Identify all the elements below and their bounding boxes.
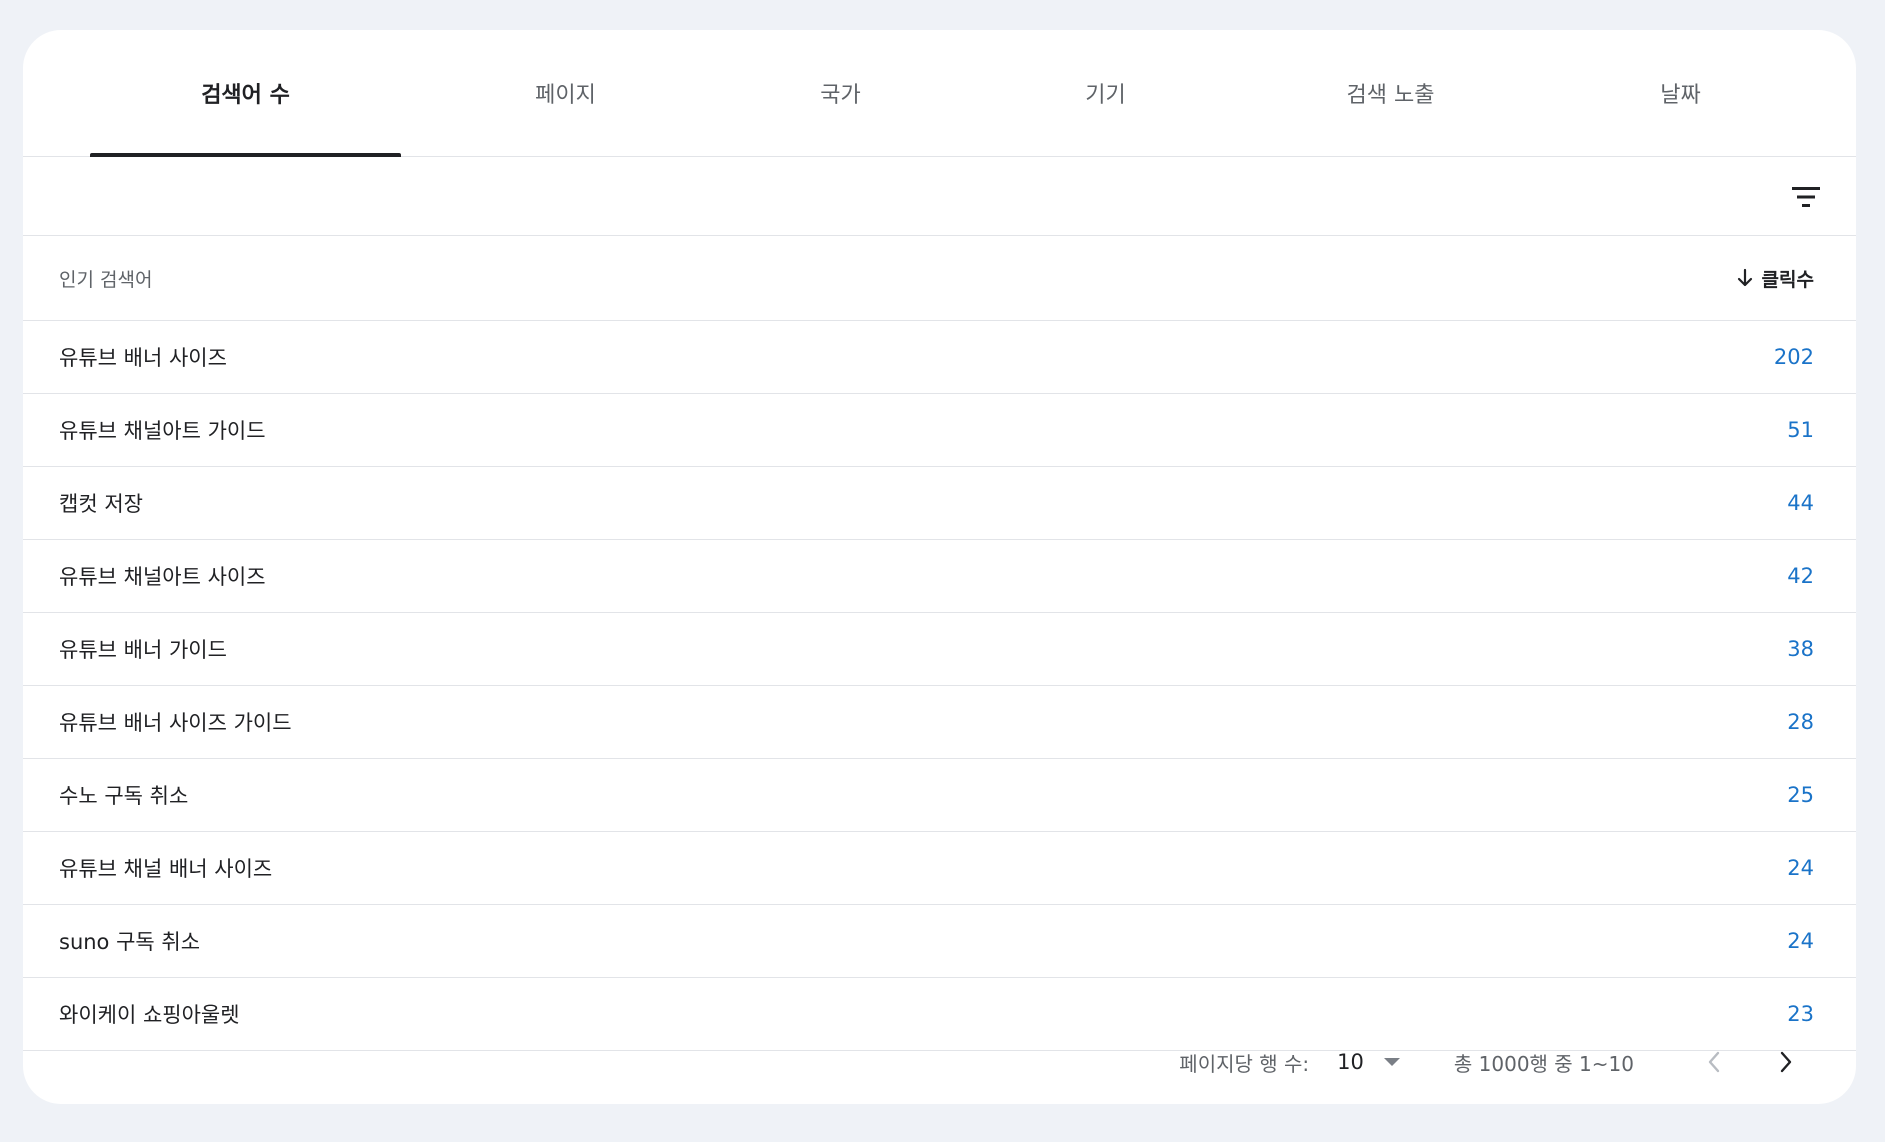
clicks-cell: 42 xyxy=(1787,564,1814,588)
clicks-cell: 202 xyxy=(1773,345,1814,369)
tab-bar: 검색어 수 페이지 국가 기기 검색 노출 날짜 xyxy=(23,30,1856,157)
chevron-left-icon xyxy=(1708,1051,1720,1073)
previous-page-button[interactable] xyxy=(1694,1042,1734,1082)
table-row[interactable]: 유튜브 배너 사이즈 가이드 28 xyxy=(23,686,1856,759)
table-header: 인기 검색어 클릭수 xyxy=(23,236,1856,321)
table-body: 유튜브 배너 사이즈 202 유튜브 채널아트 가이드 51 캡컷 저장 44 유튜브… xyxy=(23,321,1856,1051)
tab-pages[interactable]: 페이지 xyxy=(428,30,703,156)
column-header-top-queries: 인기 검색어 xyxy=(59,268,153,291)
tab-devices[interactable]: 기기 xyxy=(968,30,1243,156)
filter-button[interactable] xyxy=(1786,177,1826,217)
query-cell: 유튜브 채널 배너 사이즈 xyxy=(59,857,273,881)
query-cell: 유튜브 배너 가이드 xyxy=(59,638,227,662)
query-cell: 유튜브 채널아트 가이드 xyxy=(59,419,266,443)
query-cell: suno 구독 취소 xyxy=(59,930,201,954)
clicks-cell: 24 xyxy=(1787,929,1814,953)
arrow-down-icon xyxy=(1737,268,1752,287)
table-row[interactable]: 캡컷 저장 44 xyxy=(23,467,1856,540)
next-page-button[interactable] xyxy=(1766,1042,1806,1082)
table-row[interactable]: 유튜브 채널아트 사이즈 42 xyxy=(23,540,1856,613)
query-cell: 캡컷 저장 xyxy=(59,492,143,516)
rows-per-page-select[interactable]: 10 xyxy=(1337,1050,1402,1074)
query-cell: 유튜브 채널아트 사이즈 xyxy=(59,565,266,589)
pagination-range-text: 총 1000행 중 1~10 xyxy=(1453,1051,1634,1076)
query-cell: 유튜브 배너 사이즈 xyxy=(59,346,227,370)
table-row[interactable]: 유튜브 채널아트 가이드 51 xyxy=(23,394,1856,467)
query-cell: 수노 구독 취소 xyxy=(59,784,189,808)
tab-countries[interactable]: 국가 xyxy=(703,30,978,156)
clicks-cell: 28 xyxy=(1787,710,1814,734)
performance-card: 검색어 수 페이지 국가 기기 검색 노출 날짜 인기 검색어 클릭수 유튜브 … xyxy=(23,30,1856,1104)
rows-per-page-label: 페이지당 행 수: xyxy=(1179,1051,1310,1076)
table-row[interactable]: 수노 구독 취소 25 xyxy=(23,759,1856,832)
query-cell: 유튜브 배너 사이즈 가이드 xyxy=(59,711,292,735)
table-row[interactable]: suno 구독 취소 24 xyxy=(23,905,1856,978)
pagination-bar: 페이지당 행 수: 10 총 1000행 중 1~10 xyxy=(23,1020,1856,1104)
table-row[interactable]: 유튜브 배너 사이즈 202 xyxy=(23,321,1856,394)
chevron-right-icon xyxy=(1780,1051,1792,1073)
clicks-cell: 24 xyxy=(1787,856,1814,880)
tab-search-appearance[interactable]: 검색 노출 xyxy=(1253,30,1528,156)
clicks-cell: 51 xyxy=(1787,418,1814,442)
clicks-header-label: 클릭수 xyxy=(1761,268,1814,291)
rows-per-page-value: 10 xyxy=(1337,1050,1364,1074)
table-row[interactable]: 유튜브 채널 배너 사이즈 24 xyxy=(23,832,1856,905)
table-row[interactable]: 유튜브 배너 가이드 38 xyxy=(23,613,1856,686)
clicks-cell: 38 xyxy=(1787,637,1814,661)
clicks-cell: 25 xyxy=(1787,783,1814,807)
tab-queries[interactable]: 검색어 수 xyxy=(90,30,401,156)
tab-dates[interactable]: 날짜 xyxy=(1543,30,1818,156)
clicks-cell: 44 xyxy=(1787,491,1814,515)
table-toolbar xyxy=(23,157,1856,236)
filter-icon xyxy=(1792,187,1820,207)
column-header-clicks[interactable]: 클릭수 xyxy=(1736,265,1814,292)
dropdown-arrow-icon xyxy=(1383,1058,1400,1066)
